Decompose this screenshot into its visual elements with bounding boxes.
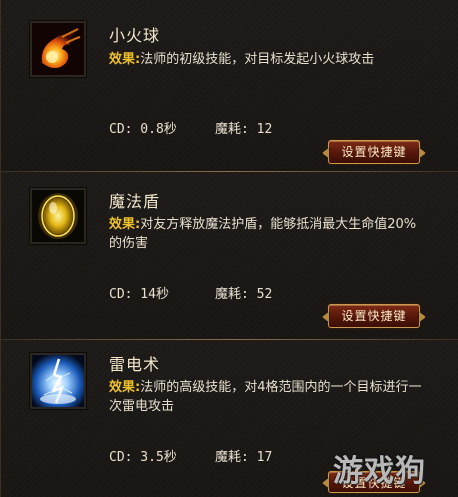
effect-label: 效果: xyxy=(109,217,141,232)
skill-card-magic-shield: 魔法盾 效果:对友方释放魔法护盾，能够抵消最大生命值20%的伤害 CD: 14秒… xyxy=(1,172,458,340)
skill-stats: CD: 14秒 魔耗: 52 xyxy=(109,283,272,302)
effect-text: 法师的初级技能，对目标发起小火球攻击 xyxy=(140,52,375,67)
skill-description: 效果:法师的高级技能，对4格范围内的一个目标进行一次雷电攻击 xyxy=(109,378,427,416)
effect-label: 效果: xyxy=(109,380,141,395)
mana-cost-text: 魔耗: 52 xyxy=(215,287,273,302)
skill-description: 效果:对友方释放魔法护盾，能够抵消最大生命值20%的伤害 xyxy=(109,215,427,253)
skill-name: 小火球 xyxy=(109,26,161,45)
effect-label: 效果: xyxy=(109,52,141,67)
magic-shield-icon xyxy=(30,188,86,244)
skill-card-fireball: 小火球 效果:法师的初级技能，对目标发起小火球攻击 CD: 0.8秒 魔耗: 12… xyxy=(1,0,458,172)
skill-description: 效果:法师的初级技能，对目标发起小火球攻击 xyxy=(109,50,427,69)
skill-name: 雷电术 xyxy=(109,355,161,374)
set-hotkey-button[interactable]: 设置快捷键 xyxy=(328,304,420,328)
cooldown-text: CD: 14秒 xyxy=(109,287,169,302)
skill-name: 魔法盾 xyxy=(109,192,161,211)
fireball-icon xyxy=(30,21,86,77)
mana-cost-text: 魔耗: 17 xyxy=(215,450,273,465)
lightning-icon xyxy=(30,353,86,409)
skill-card-lightning: 雷电术 效果:法师的高级技能，对4格范围内的一个目标进行一次雷电攻击 CD: 3… xyxy=(1,340,458,497)
set-hotkey-button[interactable]: 设置快捷键 xyxy=(328,140,420,164)
cooldown-text: CD: 3.5秒 xyxy=(109,450,177,465)
skill-stats: CD: 3.5秒 魔耗: 17 xyxy=(109,446,272,465)
mana-cost-text: 魔耗: 12 xyxy=(215,122,273,137)
set-hotkey-button[interactable]: 设置快捷键 xyxy=(328,471,420,493)
effect-text: 对友方释放魔法护盾，能够抵消最大生命值20%的伤害 xyxy=(109,217,417,251)
effect-text: 法师的高级技能，对4格范围内的一个目标进行一次雷电攻击 xyxy=(109,380,422,414)
skill-stats: CD: 0.8秒 魔耗: 12 xyxy=(109,118,272,137)
cooldown-text: CD: 0.8秒 xyxy=(109,122,177,137)
skill-list-panel: 小火球 效果:法师的初级技能，对目标发起小火球攻击 CD: 0.8秒 魔耗: 12… xyxy=(0,0,458,497)
